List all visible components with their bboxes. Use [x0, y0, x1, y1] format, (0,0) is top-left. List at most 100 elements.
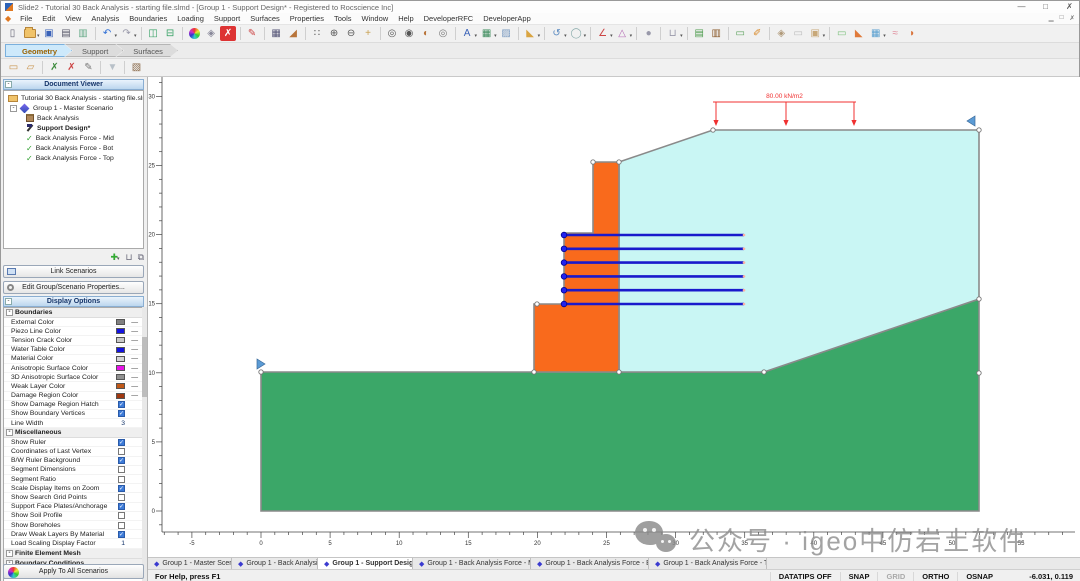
zoom-in-icon[interactable]: ⊕: [326, 26, 342, 41]
swatch-more-button[interactable]: —: [131, 392, 138, 399]
weak-layer-icon[interactable]: ≈: [887, 26, 903, 41]
zoom-selected-icon[interactable]: ◎: [435, 26, 451, 41]
color-swatch[interactable]: [116, 383, 125, 389]
color-swatch[interactable]: [116, 319, 125, 325]
bolt-face-plate[interactable]: [561, 301, 567, 307]
status-toggle-ortho[interactable]: ORTHO: [913, 572, 957, 581]
bolt-face-plate[interactable]: [561, 287, 567, 293]
swatch-more-button[interactable]: —: [131, 355, 138, 362]
zoom-actual-icon[interactable]: ◉: [401, 26, 417, 41]
add-region-icon-dropdown[interactable]: ▾: [823, 33, 826, 39]
setsquare-icon[interactable]: ◣: [522, 26, 538, 41]
delete-tool-icon-dropdown[interactable]: ▾: [680, 33, 683, 39]
property-checkbox[interactable]: [118, 476, 125, 483]
collapse-icon[interactable]: -: [5, 298, 12, 305]
menu-support[interactable]: Support: [209, 14, 245, 23]
status-toggle-osnap[interactable]: OSNAP: [957, 572, 1001, 581]
text-tool-icon-dropdown[interactable]: ▾: [475, 33, 478, 39]
edit-group-properties-button[interactable]: Edit Group/Scenario Properties...: [3, 281, 144, 294]
ellipse-tool-icon[interactable]: ◯: [568, 26, 584, 41]
color-swatch[interactable]: [116, 365, 125, 371]
scenario-tab[interactable]: ◆Group 1 - Back Analysis Force - Mid: [413, 558, 531, 569]
color-swatch[interactable]: [116, 328, 125, 334]
add-region-icon[interactable]: ▣: [807, 26, 823, 41]
tree-item-scenario[interactable]: ✓Back Analysis Force - Bot: [4, 143, 143, 153]
mdi-restore-button[interactable]: □: [1060, 14, 1064, 22]
swatch-more-button[interactable]: —: [131, 365, 138, 372]
color-swatch[interactable]: [116, 347, 125, 353]
scenario-tab[interactable]: ◆Group 1 - Back Analysis Force - Bot: [531, 558, 649, 569]
rotate-view-icon-dropdown[interactable]: ▾: [564, 33, 567, 39]
status-toggle-grid[interactable]: GRID: [877, 572, 913, 581]
table-tool-icon[interactable]: ▦: [479, 26, 495, 41]
mdi-minimize-button[interactable]: ▁: [1049, 14, 1054, 22]
text-tool-icon[interactable]: A: [459, 26, 475, 41]
section-collapse-icon[interactable]: -: [6, 429, 13, 436]
angle-tool-icon-dropdown[interactable]: ▾: [610, 33, 613, 39]
swatch-more-button[interactable]: —: [131, 383, 138, 390]
redo-icon[interactable]: ↷: [119, 26, 135, 41]
slope-orange-icon[interactable]: ◣: [851, 26, 867, 41]
status-toggle-snap[interactable]: SNAP: [840, 572, 878, 581]
menu-tools[interactable]: Tools: [329, 14, 357, 23]
close-file-icon[interactable]: ✗: [220, 26, 236, 41]
property-checkbox[interactable]: [118, 512, 125, 519]
property-scrollbar[interactable]: [142, 307, 147, 581]
filter-boundaries-icon[interactable]: ▼: [105, 60, 121, 75]
property-checkbox[interactable]: [118, 522, 125, 529]
bolt-face-plate[interactable]: [561, 260, 567, 266]
menu-edit[interactable]: Edit: [37, 14, 60, 23]
menu-help[interactable]: Help: [393, 14, 418, 23]
edit-material-icon[interactable]: ✐: [749, 26, 765, 41]
color-swatch[interactable]: [116, 393, 125, 399]
water-bc-icon-dropdown[interactable]: ▾: [883, 33, 886, 39]
open-file-icon-dropdown[interactable]: ▾: [37, 33, 40, 39]
tree-file-label[interactable]: Tutorial 30 Back Analysis - starting fil…: [21, 95, 143, 102]
zoom-window-icon[interactable]: ◎: [384, 26, 400, 41]
collapse-icon[interactable]: -: [5, 81, 12, 88]
property-checkbox[interactable]: [118, 448, 125, 455]
workflow-tab-geometry[interactable]: Geometry: [5, 44, 72, 57]
close-button[interactable]: ✗: [1064, 1, 1075, 13]
angle-tool-icon[interactable]: ∠: [595, 26, 611, 41]
undo-icon[interactable]: ↶: [99, 26, 115, 41]
open-file-icon[interactable]: [22, 26, 38, 41]
split-vertical-icon[interactable]: ◫: [145, 26, 161, 41]
table-tool-icon-dropdown[interactable]: ▾: [494, 33, 497, 39]
tree-item-scenario[interactable]: ✓Back Analysis Force - Top: [4, 153, 143, 163]
tree-item-scenario[interactable]: ✓Back Analysis Force - Mid: [4, 133, 143, 143]
interpret-chart-icon[interactable]: ◢: [285, 26, 301, 41]
section-boundaries[interactable]: -Boundaries: [4, 308, 143, 318]
hatch-tool-icon[interactable]: ◈: [773, 26, 789, 41]
property-checkbox[interactable]: ✓: [118, 401, 125, 408]
report-icon[interactable]: ▥: [75, 26, 91, 41]
water-bc-icon[interactable]: ▦: [868, 26, 884, 41]
tree-item-file[interactable]: Tutorial 30 Back Analysis - starting fil…: [4, 93, 143, 103]
property-checkbox[interactable]: ✓: [118, 410, 125, 417]
boundary-vertex[interactable]: [259, 370, 263, 374]
tree-scenario-label[interactable]: Back Analysis Force - Bot: [36, 145, 113, 152]
property-value[interactable]: 3: [121, 420, 125, 427]
boundary-vertex[interactable]: [617, 370, 621, 374]
split-horizontal-icon[interactable]: ⊟: [162, 26, 178, 41]
compute-icon[interactable]: ▦: [268, 26, 284, 41]
color-swatch[interactable]: [116, 356, 125, 362]
redo-icon-dropdown[interactable]: ▾: [134, 33, 137, 39]
rotate-view-icon[interactable]: ↺: [549, 26, 565, 41]
boundary-vertex[interactable]: [762, 370, 766, 374]
property-checkbox[interactable]: ✓: [118, 439, 125, 446]
property-checkbox[interactable]: ✓: [118, 457, 125, 464]
measure-tool-icon-dropdown[interactable]: ▾: [630, 33, 633, 39]
soil-layers-icon[interactable]: ▤: [691, 26, 707, 41]
boundary-vertex[interactable]: [535, 302, 539, 306]
move-vertices-icon[interactable]: ✗: [64, 60, 80, 75]
tree-item-scenario[interactable]: Support Design*: [4, 123, 143, 133]
zoom-all-icon[interactable]: ∷: [309, 26, 325, 41]
add-material-boundary-icon[interactable]: ▱: [23, 60, 39, 75]
scenario-tool-icon[interactable]: ◈: [203, 26, 219, 41]
scenario-tab[interactable]: ◆Group 1 - Back Analysis: [232, 558, 318, 569]
zoom-out-icon[interactable]: ⊖: [343, 26, 359, 41]
menu-window[interactable]: Window: [357, 14, 394, 23]
status-toggle-datatips-off[interactable]: DATATIPS OFF: [770, 572, 840, 581]
edit-note-icon[interactable]: ✎: [244, 26, 260, 41]
